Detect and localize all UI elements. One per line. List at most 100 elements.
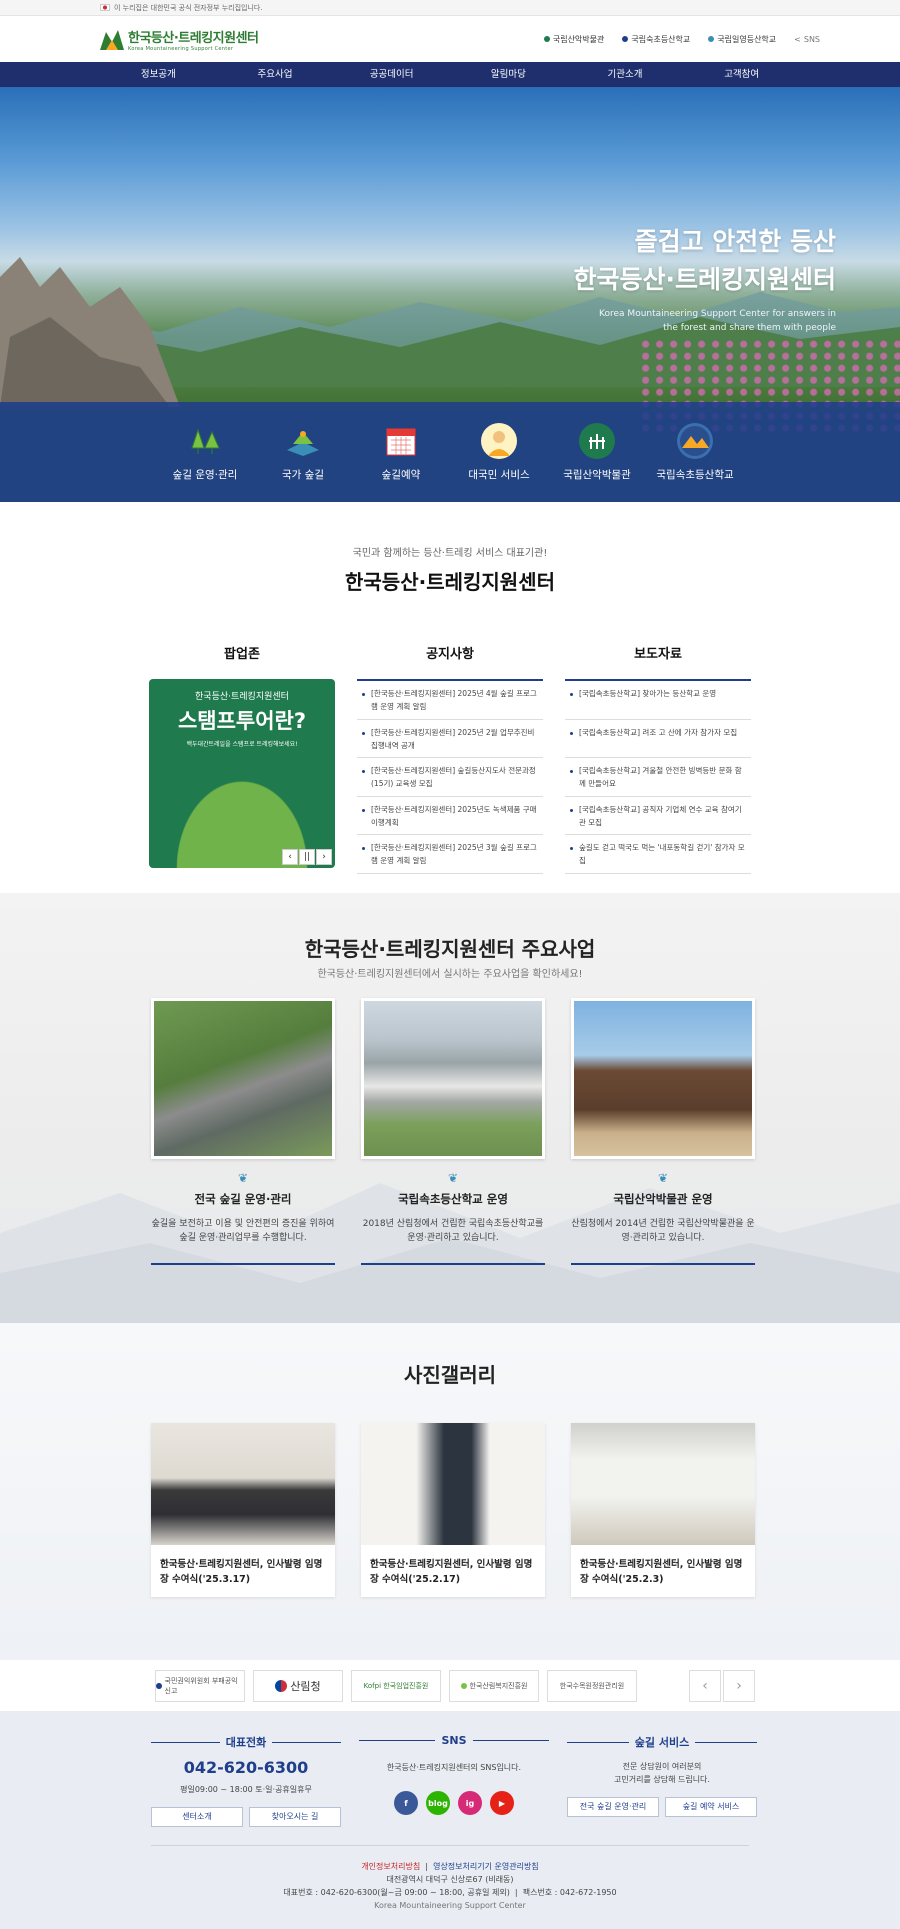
calendar-icon bbox=[383, 423, 419, 459]
directions-button[interactable]: 찾아오시는 길 bbox=[249, 1807, 341, 1827]
popup-next-button[interactable]: › bbox=[316, 849, 332, 865]
nav-item-info[interactable]: 정보공개 bbox=[100, 62, 217, 87]
popup-line3: 백두대간트레일을 스탬프로 트레킹해보세요! bbox=[186, 741, 298, 748]
youtube-icon[interactable]: ▶ bbox=[490, 1791, 514, 1815]
quick-school[interactable]: 국립속초등산학교 bbox=[646, 402, 744, 502]
partner-fowi[interactable]: 한국산림복지진흥원 bbox=[449, 1669, 539, 1702]
partner-prev-button[interactable]: ‹ bbox=[689, 1670, 721, 1702]
gallery-card[interactable]: 한국등산·트레킹지원센터, 인사발령 임명장 수여식('25.3.17) bbox=[151, 1423, 335, 1597]
footer-info: 개인정보처리방침 | 영상정보처리기기 운영관리방침 대전광역시 대덕구 신상로… bbox=[0, 1860, 900, 1912]
popup-line2: 스탬프투어란? bbox=[177, 709, 307, 733]
footer-service-heading: 숲길 서비스 bbox=[634, 1736, 690, 1749]
news-section: 팝업존 한국등산·트레킹지원센터 스탬프투어란? 백두대간트레일을 스탬프로 트… bbox=[0, 643, 900, 874]
fowi-logo-icon bbox=[460, 1682, 467, 1689]
popup-heading: 팝업존 bbox=[224, 647, 260, 662]
notice-item[interactable]: [한국등산·트레킹지원센터] 2025년도 녹색제품 구매이행계획 bbox=[357, 797, 543, 835]
popup-slide[interactable]: 한국등산·트레킹지원센터 스탬프투어란? 백두대간트레일을 스탬프로 트레킹해보… bbox=[149, 679, 335, 868]
partner-kofpi[interactable]: Kofpi 한국임업진흥원 bbox=[351, 1669, 441, 1702]
business-card-desc: 숲길을 보전하고 이용 및 안전편의 증진을 위하여 숲길 운영·관리업무를 수… bbox=[151, 1219, 335, 1243]
blog-icon[interactable]: blog bbox=[426, 1791, 450, 1815]
popup-prev-button[interactable]: ‹ bbox=[282, 849, 298, 865]
museum-building-photo bbox=[571, 998, 755, 1159]
school-building-photo bbox=[361, 998, 545, 1159]
leaf-icon: ❦ bbox=[237, 1171, 249, 1185]
leaf-icon: ❦ bbox=[657, 1171, 669, 1185]
site-logo[interactable]: 한국등산·트레킹지원센터 Korea Mountaineering Suppor… bbox=[100, 26, 259, 52]
popup-pause-button[interactable]: || bbox=[299, 849, 315, 865]
business-card-desc: 산림청에서 2014년 건립한 국립산악박물관을 운영·관리하고 있습니다. bbox=[571, 1219, 755, 1243]
map-icon bbox=[285, 423, 321, 459]
notice-item[interactable]: [한국등산·트레킹지원센터] 숲길등산지도사 전문과정(15기) 교육생 모집 bbox=[357, 758, 543, 797]
school2-dot-icon bbox=[708, 36, 715, 42]
business-title: 한국등산·트레킹지원센터 주요사업 bbox=[304, 937, 596, 961]
partner-banner: 국민권익위원회 부패공익신고 산림청 Kofpi 한국임업진흥원 한국산림복지진… bbox=[0, 1660, 900, 1711]
nav-item-notice[interactable]: 알림마당 bbox=[450, 62, 567, 87]
business-subtitle: 한국등산·트레킹지원센터에서 실시하는 주요사업을 확인하세요! bbox=[317, 969, 583, 980]
footer-phone-number[interactable]: 042-620-6300 bbox=[151, 1758, 341, 1777]
press-board: 보도자료 [국립속초등산학교] 찾아가는 등산학교 운영 [국립속초등산학교] … bbox=[565, 643, 751, 874]
gallery-section: 사진갤러리 한국등산·트레킹지원센터, 인사발령 임명장 수여식('25.3.1… bbox=[0, 1323, 900, 1660]
business-card-museum[interactable]: ❦ 국립산악박물관 운영 산림청에서 2014년 건립한 국립산악박물관을 운영… bbox=[571, 998, 755, 1265]
logo-title: 한국등산·트레킹지원센터 bbox=[128, 30, 259, 46]
privacy-policy-link[interactable]: 개인정보처리방침 bbox=[361, 1862, 420, 1871]
site-header: 한국등산·트레킹지원센터 Korea Mountaineering Suppor… bbox=[0, 16, 900, 62]
trail-reservation-button[interactable]: 숲길 예약 서비스 bbox=[665, 1797, 757, 1817]
facebook-icon[interactable]: f bbox=[394, 1791, 418, 1815]
footer-phone-hours: 평일09:00 ~ 18:00 토·일·공휴일휴무 bbox=[180, 1785, 312, 1794]
press-item[interactable]: [국립속초등산학교] 겨울철 안전한 빙벽등반 문화 함께 만들어요 bbox=[565, 758, 751, 797]
hero-title: 즐겁고 안전한 등산 한국등산·트레킹지원센터 bbox=[573, 227, 837, 294]
footer-sns-text: 한국등산·트레킹지원센터의 SNS입니다. bbox=[386, 1763, 522, 1772]
nav-item-business[interactable]: 주요사업 bbox=[217, 62, 334, 87]
intro-title: 한국등산·트레킹지원센터 bbox=[345, 570, 555, 594]
museum-dot-icon bbox=[543, 36, 550, 42]
press-item[interactable]: 숲길도 걷고 떡국도 먹는 '내포동학길 걷기' 참가자 모집 bbox=[565, 835, 751, 874]
business-card-desc: 2018년 산림청에서 건립한 국립속초등산학교를 운영·관리하고 있습니다. bbox=[362, 1219, 544, 1243]
center-intro-button[interactable]: 센터소개 bbox=[151, 1807, 243, 1827]
partner-nav: ‹ › bbox=[689, 1670, 755, 1702]
school-dot-icon bbox=[622, 36, 629, 42]
quick-museum[interactable]: 국립산악박물관 bbox=[548, 402, 646, 502]
nav-item-customer[interactable]: 고객참여 bbox=[683, 62, 800, 87]
footer-service-text1: 전문 상담원이 여러분의 bbox=[622, 1762, 702, 1771]
main-nav: 정보공개 주요사업 공공데이터 알림마당 기관소개 고객참여 bbox=[0, 62, 900, 87]
instagram-icon[interactable]: ig bbox=[458, 1791, 482, 1815]
util-link-school-2[interactable]: 국립일영등산학교 bbox=[708, 34, 776, 45]
gallery-photo bbox=[571, 1423, 755, 1545]
quick-national-trail[interactable]: 국가 숲길 bbox=[254, 402, 352, 502]
business-section: 한국등산·트레킹지원센터 주요사업 한국등산·트레킹지원센터에서 실시하는 주요… bbox=[0, 893, 900, 1323]
school-icon bbox=[677, 422, 713, 459]
business-card-school[interactable]: ❦ 국립속초등산학교 운영 2018년 산림청에서 건립한 국립속초등산학교를 … bbox=[361, 998, 545, 1265]
partner-next-button[interactable]: › bbox=[723, 1670, 755, 1702]
quick-reservation[interactable]: 숲길예약 bbox=[352, 402, 450, 502]
forest-service-logo-icon bbox=[275, 1679, 288, 1692]
quick-public-service[interactable]: 대국민 서비스 bbox=[450, 402, 548, 502]
util-link-museum[interactable]: 국립산악박물관 bbox=[543, 34, 604, 45]
gallery-card[interactable]: 한국등산·트레킹지원센터, 인사발령 임명장 수여식('25.2.17) bbox=[361, 1423, 545, 1597]
press-item[interactable]: [국립속초등산학교] 찾아가는 등산학교 운영 bbox=[565, 681, 751, 720]
cctv-policy-link[interactable]: 영상정보처리기기 운영관리방침 bbox=[433, 1862, 539, 1871]
quick-forest-trail[interactable]: 숲길 운영·관리 bbox=[156, 402, 254, 502]
business-card-trail[interactable]: ❦ 전국 숲길 운영·관리 숲길을 보전하고 이용 및 안전편의 증진을 위하여… bbox=[151, 998, 335, 1265]
press-item[interactable]: [국립속초등산학교] 공직자 기업체 연수 교육 참여기관 모집 bbox=[565, 797, 751, 835]
gallery-card[interactable]: 한국등산·트레킹지원센터, 인사발령 임명장 수여식('25.2.3) bbox=[571, 1423, 755, 1597]
nav-item-about[interactable]: 기관소개 bbox=[567, 62, 684, 87]
trail-management-button[interactable]: 전국 숲길 운영·관리 bbox=[567, 1797, 659, 1817]
intro-subtitle: 국민과 함께하는 등산·트레킹 서비스 대표기관! bbox=[352, 548, 548, 559]
notice-item[interactable]: [한국등산·트레킹지원센터] 2025년 4월 숲길 프로그램 운영 계획 알림 bbox=[357, 681, 543, 720]
share-icon: < bbox=[794, 34, 801, 44]
util-link-sokcho-school[interactable]: 국립숙초등산학교 bbox=[622, 34, 690, 45]
partner-forest-service[interactable]: 산림청 bbox=[253, 1669, 343, 1702]
partner-arboretum[interactable]: 한국수목원정원관리원 bbox=[547, 1669, 637, 1702]
gallery-caption: 한국등산·트레킹지원센터, 인사발령 임명장 수여식('25.2.17) bbox=[370, 1559, 533, 1585]
press-item[interactable]: [국립속초등산학교] 려조 고 산에 가자 참가자 모집 bbox=[565, 720, 751, 758]
business-card-underline bbox=[151, 1263, 335, 1265]
gov-banner: 이 누리집은 대한민국 공식 전자정부 누리집입니다. bbox=[0, 0, 900, 16]
logo-mountain-icon bbox=[100, 26, 124, 52]
partner-acrc[interactable]: 국민권익위원회 부패공익신고 bbox=[155, 1669, 245, 1702]
popup-controls: ‹ || › bbox=[282, 849, 332, 865]
notice-item[interactable]: [한국등산·트레킹지원센터] 2025년 3월 숲길 프로그램 운영 계획 알림 bbox=[357, 835, 543, 874]
leaf-icon: ❦ bbox=[447, 1171, 459, 1185]
nav-item-public-data[interactable]: 공공데이터 bbox=[333, 62, 450, 87]
util-link-sns[interactable]: < SNS bbox=[794, 35, 820, 44]
notice-item[interactable]: [한국등산·트레킹지원센터] 2025년 2월 업무추진비 집행내역 공개 bbox=[357, 720, 543, 758]
